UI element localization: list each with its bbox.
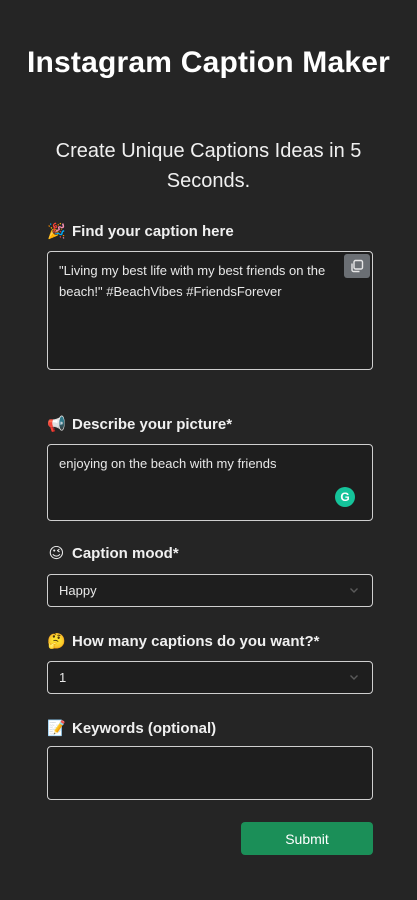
megaphone-icon: 📢 [47, 416, 66, 433]
caption-mood-select[interactable]: Happy [47, 574, 373, 607]
describe-label-text: Describe your picture* [72, 416, 233, 433]
chevron-down-icon [350, 588, 358, 593]
caption-count-value: 1 [59, 670, 67, 685]
keywords-label: 📝 Keywords (optional) [47, 719, 216, 738]
caption-maker-page: Instagram Caption Maker Create Unique Ca… [0, 0, 417, 900]
submit-button[interactable]: Submit [241, 822, 373, 855]
party-popper-icon: 🎉 [47, 223, 66, 240]
memo-icon: 📝 [47, 720, 66, 737]
copy-button[interactable] [344, 254, 370, 278]
caption-result-box[interactable]: "Living my best life with my best friend… [47, 251, 373, 370]
winking-face-icon: 😉 [48, 545, 65, 562]
result-label: 🎉 Find your caption here [47, 222, 234, 241]
caption-mood-value: Happy [59, 583, 97, 598]
page-subtitle: Create Unique Captions Ideas in 5 Second… [55, 140, 362, 192]
count-label-text: How many captions do you want?* [72, 633, 320, 650]
thinking-face-icon: 🤔 [47, 633, 66, 650]
caption-count-select[interactable]: 1 [47, 661, 373, 694]
chevron-down-icon [350, 675, 358, 680]
mood-label: 😉 Caption mood* [47, 544, 179, 563]
describe-label: 📢 Describe your picture* [47, 415, 232, 434]
describe-picture-value: enjoying on the beach with my friends [59, 456, 277, 471]
describe-picture-textarea[interactable]: enjoying on the beach with my friends G [47, 444, 373, 521]
mood-label-text: Caption mood* [72, 545, 179, 562]
keywords-label-text: Keywords (optional) [72, 720, 217, 737]
count-label: 🤔 How many captions do you want?* [47, 632, 320, 651]
copy-icon [351, 259, 364, 273]
caption-result-text: "Living my best life with my best friend… [59, 263, 326, 299]
result-label-text: Find your caption here [72, 223, 234, 240]
page-title: Instagram Caption Maker [26, 46, 391, 79]
grammarly-icon[interactable]: G [335, 487, 355, 507]
keywords-input[interactable] [47, 746, 373, 800]
